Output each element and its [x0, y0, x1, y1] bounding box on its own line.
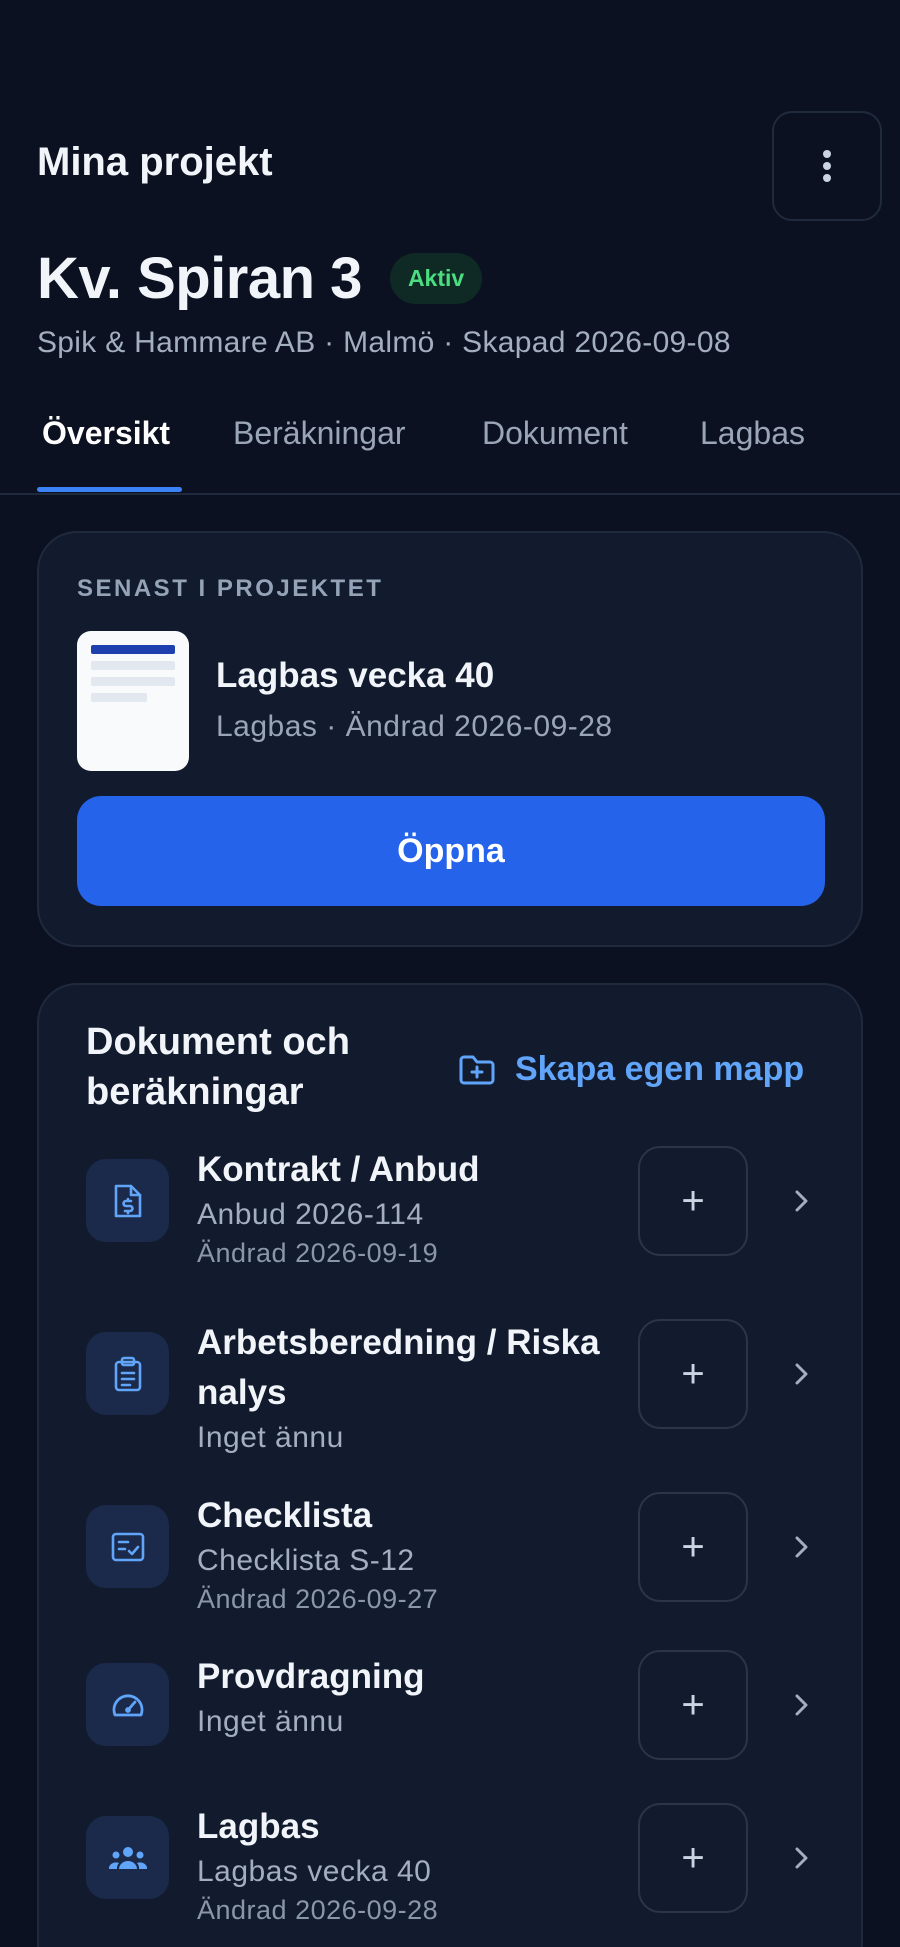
- row-date: Ändrad 2026-09-19: [197, 1238, 439, 1268]
- team-icon: [108, 1846, 147, 1869]
- row-title: Provdragning: [197, 1657, 425, 1696]
- add-button[interactable]: +: [638, 1492, 748, 1602]
- row-text: Lagbas Lagbas vecka 40 Ändrad 2026-09-28: [197, 1802, 622, 1928]
- row-date: Ändrad 2026-09-27: [197, 1584, 439, 1614]
- documents-card: Dokument och beräkningar Skapa egen mapp…: [37, 983, 863, 1947]
- row-icon-tile: [86, 1332, 169, 1415]
- recent-document-title: Lagbas vecka 40: [216, 656, 495, 695]
- folder-plus-icon: [459, 1055, 495, 1084]
- thumb-line: [91, 661, 175, 670]
- row-title: Arbetsberedning / Riska nalys: [197, 1323, 600, 1412]
- row-text: Checklista Checklista S-12 Ändrad 2026-0…: [197, 1491, 622, 1617]
- more-vertical-icon: [823, 150, 831, 182]
- tab-oversikt[interactable]: Översikt: [42, 415, 170, 452]
- status-badge: Aktiv: [389, 253, 483, 304]
- tab-lagbas[interactable]: Lagbas: [700, 415, 805, 452]
- row-subtitle: Checklista S-12: [197, 1544, 415, 1577]
- row-title: Checklista: [197, 1496, 373, 1535]
- chevron-right-icon[interactable]: [786, 1359, 816, 1389]
- row-subtitle: Anbud 2026-114: [197, 1198, 424, 1231]
- row-icon-tile: [86, 1816, 169, 1899]
- page-title: Mina projekt: [37, 140, 273, 184]
- row-title: Kontrakt / Anbud: [197, 1150, 480, 1189]
- section-label: SENAST I PROJEKTET: [77, 575, 384, 602]
- row-icon-tile: [86, 1159, 169, 1242]
- add-button[interactable]: +: [638, 1146, 748, 1256]
- active-tab-indicator: [37, 487, 182, 492]
- row-date: Ändrad 2026-09-28: [197, 1895, 439, 1925]
- add-button[interactable]: +: [638, 1319, 748, 1429]
- create-folder-label: Skapa egen mapp: [515, 1050, 805, 1088]
- document-thumbnail: [77, 631, 189, 771]
- project-meta: Spik & Hammare AB · Malmö · Skapad 2026-…: [37, 326, 731, 359]
- row-subtitle: Inget ännu: [197, 1705, 344, 1738]
- file-dollar-icon: [114, 1184, 141, 1217]
- recent-card: SENAST I PROJEKTET Lagbas vecka 40 Lagba…: [37, 531, 863, 947]
- chevron-right-icon[interactable]: [786, 1690, 816, 1720]
- more-menu-button[interactable]: [772, 111, 882, 221]
- project-name: Kv. Spiran 3: [37, 246, 362, 311]
- recent-document-meta: Lagbas · Ändrad 2026-09-28: [216, 710, 613, 743]
- row-text: Arbetsberedning / Riska nalys Inget ännu: [197, 1318, 622, 1458]
- row-text: Provdragning Inget ännu: [197, 1652, 622, 1742]
- add-button[interactable]: +: [638, 1650, 748, 1760]
- chevron-right-icon[interactable]: [786, 1843, 816, 1873]
- row-icon-tile: [86, 1505, 169, 1588]
- row-icon-tile: [86, 1663, 169, 1746]
- gauge-icon: [112, 1693, 143, 1716]
- clipboard-icon: [114, 1356, 141, 1391]
- chevron-right-icon[interactable]: [786, 1532, 816, 1562]
- documents-title: Dokument och beräkningar: [86, 1021, 350, 1113]
- create-folder-button[interactable]: Skapa egen mapp: [459, 1050, 804, 1089]
- thumb-line: [91, 693, 147, 702]
- add-button[interactable]: +: [638, 1803, 748, 1913]
- chevron-right-icon[interactable]: [786, 1186, 816, 1216]
- tab-bar: Översikt Beräkningar Dokument Lagbas: [0, 405, 900, 495]
- open-button[interactable]: Öppna: [77, 796, 825, 906]
- thumb-line: [91, 677, 175, 686]
- row-subtitle: Lagbas vecka 40: [197, 1855, 432, 1888]
- row-title: Lagbas: [197, 1807, 320, 1846]
- checklist-icon: [111, 1532, 144, 1561]
- thumb-line: [91, 645, 175, 654]
- project-heading: Kv. Spiran 3 Aktiv: [37, 245, 483, 312]
- tab-berakningar[interactable]: Beräkningar: [233, 415, 406, 452]
- row-subtitle: Inget ännu: [197, 1421, 344, 1454]
- tab-dokument[interactable]: Dokument: [482, 415, 628, 452]
- row-text: Kontrakt / Anbud Anbud 2026-114 Ändrad 2…: [197, 1145, 622, 1271]
